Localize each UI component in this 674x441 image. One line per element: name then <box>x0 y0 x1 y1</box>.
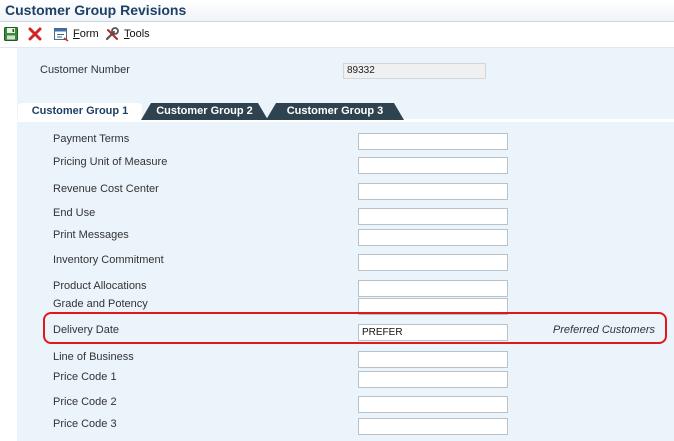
price-code-2-input[interactable] <box>358 396 508 413</box>
tab-customer-group-1[interactable]: Customer Group 1 <box>18 103 142 122</box>
tab-customer-group-3[interactable]: Customer Group 3 <box>266 103 404 120</box>
print-messages-label: Print Messages <box>53 229 129 241</box>
price-code-2-label: Price Code 2 <box>53 396 117 408</box>
customer-number-label: Customer Number <box>40 64 130 76</box>
line-of-business-input[interactable] <box>358 351 508 368</box>
payment-terms-input[interactable] <box>358 133 508 150</box>
grade-and-potency-label: Grade and Potency <box>53 298 148 310</box>
print-messages-input[interactable] <box>358 229 508 246</box>
highlight-outline <box>43 312 667 344</box>
revenue-cost-center-input[interactable] <box>358 183 508 200</box>
price-code-1-label: Price Code 1 <box>53 371 117 383</box>
page-title: Customer Group Revisions <box>5 2 187 18</box>
revenue-cost-center-label: Revenue Cost Center <box>53 183 159 195</box>
end-use-input[interactable] <box>358 208 508 225</box>
price-code-3-input[interactable] <box>358 418 508 435</box>
cancel-icon[interactable] <box>27 26 43 42</box>
form-menu-button[interactable]: Form <box>73 28 99 40</box>
title-divider <box>0 21 674 22</box>
pricing-unit-of-measure-label: Pricing Unit of Measure <box>53 156 168 168</box>
end-use-label: End Use <box>53 207 96 219</box>
product-allocations-input[interactable] <box>358 280 508 297</box>
pricing-unit-of-measure-input[interactable] <box>358 157 508 174</box>
customer-number-value: 89332 <box>343 63 486 79</box>
line-of-business-label: Line of Business <box>53 351 134 363</box>
price-code-3-label: Price Code 3 <box>53 418 117 430</box>
price-code-1-input[interactable] <box>358 371 508 388</box>
inventory-commitment-input[interactable] <box>358 254 508 271</box>
tab-customer-group-2[interactable]: Customer Group 2 <box>141 103 268 120</box>
toolbar: Form Tools <box>0 23 674 48</box>
tools-menu-button[interactable]: Tools <box>124 28 150 40</box>
tools-menu-icon[interactable] <box>104 26 120 42</box>
save-icon[interactable] <box>3 26 19 42</box>
title-bar: Customer Group Revisions <box>0 0 674 22</box>
inventory-commitment-label: Inventory Commitment <box>53 254 164 266</box>
payment-terms-label: Payment Terms <box>53 133 130 145</box>
product-allocations-label: Product Allocations <box>53 280 147 292</box>
form-menu-icon[interactable] <box>53 26 69 42</box>
